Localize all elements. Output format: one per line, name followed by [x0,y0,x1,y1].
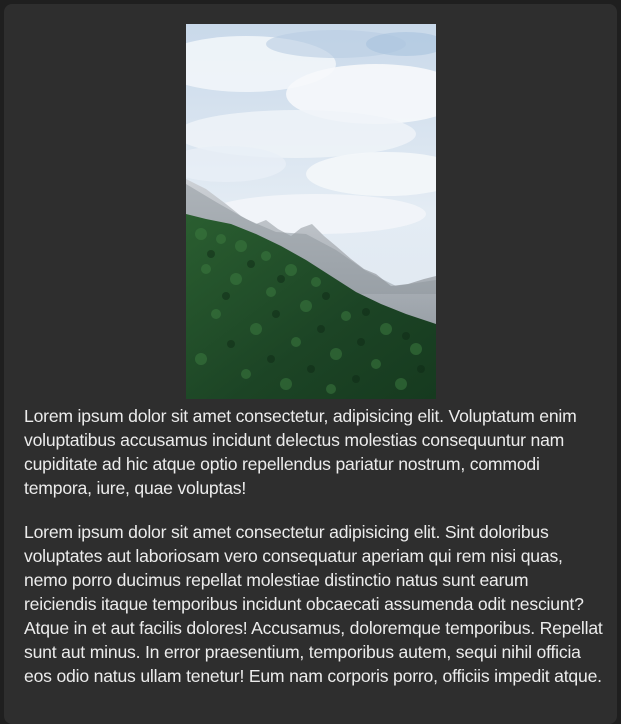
paragraph-1-text: Lorem ipsum dolor sit amet consectetur, … [24,406,577,498]
mountain-photo [186,24,436,399]
paragraph-1: Lorem ipsum dolor sit amet consectetur, … [24,404,604,500]
paragraph-2: Lorem ipsum dolor sit amet consectetur a… [24,520,604,688]
article-card: Lorem ipsum dolor sit amet consectetur, … [4,4,617,724]
paragraph-2-text: Lorem ipsum dolor sit amet consectetur a… [24,522,603,686]
